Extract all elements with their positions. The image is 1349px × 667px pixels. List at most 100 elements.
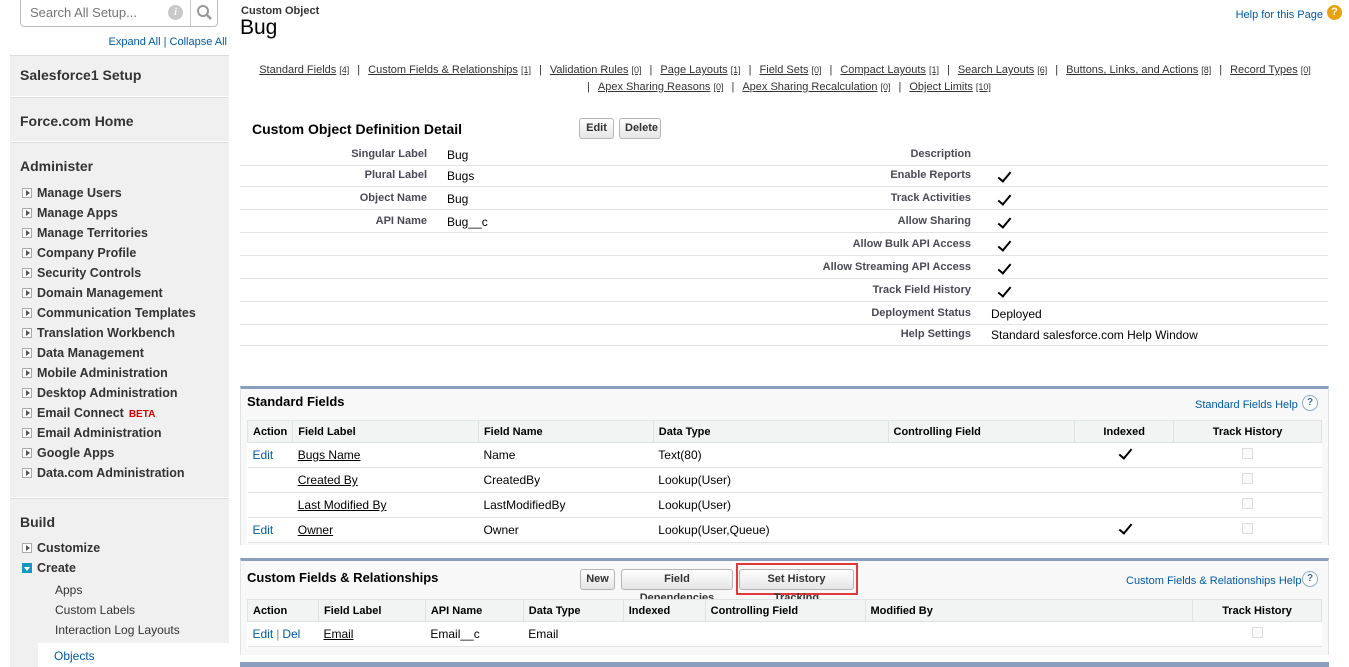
related-link-count[interactable]: [6] [1037, 65, 1047, 75]
expand-toggle-icon[interactable] [22, 208, 32, 218]
related-link-compact-layouts[interactable]: Compact Layouts [840, 64, 926, 76]
sidebar-item-domain-management[interactable]: Domain Management [22, 286, 163, 300]
salesforce1-setup-link[interactable]: Salesforce1 Setup [10, 56, 229, 83]
expand-toggle-icon[interactable] [22, 228, 32, 238]
expand-toggle-icon[interactable] [22, 388, 32, 398]
related-link-field-sets[interactable]: Field Sets [760, 64, 809, 76]
field-label-link[interactable]: Owner [298, 523, 333, 537]
related-link-count[interactable]: [1] [731, 65, 741, 75]
setup-search-input[interactable] [21, 0, 169, 24]
column-header[interactable]: Track History [1192, 599, 1322, 622]
column-header[interactable]: Field Label [292, 420, 479, 443]
edit-link[interactable]: Edit [253, 448, 274, 462]
sidebar-item-email-administration[interactable]: Email Administration [22, 426, 162, 440]
collapse-toggle-icon[interactable] [22, 563, 32, 573]
new-field-button[interactable]: New [580, 569, 615, 590]
related-link-count[interactable]: [10] [976, 82, 991, 92]
related-link-search-layouts[interactable]: Search Layouts [958, 64, 1034, 76]
field-label-link[interactable]: Email [323, 627, 353, 641]
sidebar-item-security-controls[interactable]: Security Controls [22, 266, 141, 280]
field-label-link[interactable]: Bugs Name [298, 448, 361, 462]
custom-fields-help-link[interactable]: Custom Fields & Relationships Help [1126, 575, 1301, 587]
sidebar-item-interaction-log-layouts[interactable]: Interaction Log Layouts [55, 623, 180, 637]
sidebar-item-desktop-administration[interactable]: Desktop Administration [22, 386, 178, 400]
collapse-all-link[interactable]: Collapse All [170, 36, 227, 48]
edit-link[interactable]: Edit [253, 627, 274, 641]
related-link-buttons-links-and-actions[interactable]: Buttons, Links, and Actions [1066, 64, 1198, 76]
search-button[interactable] [190, 0, 217, 26]
related-link-count[interactable]: [0] [880, 82, 890, 92]
column-header[interactable]: API Name [424, 599, 524, 622]
sidebar-item-objects[interactable]: Objects [54, 649, 95, 663]
set-history-tracking-button[interactable]: Set History Tracking [739, 569, 854, 604]
column-header[interactable]: Indexed [622, 599, 706, 622]
help-question-icon[interactable]: ? [1302, 395, 1318, 411]
expand-toggle-icon[interactable] [22, 288, 32, 298]
expand-toggle-icon[interactable] [22, 408, 32, 418]
sidebar-item-objects-selected[interactable]: Objects [38, 643, 240, 667]
related-link-apex-sharing-recalculation[interactable]: Apex Sharing Recalculation [742, 81, 877, 93]
column-header[interactable]: Action [246, 420, 294, 443]
related-link-page-layouts[interactable]: Page Layouts [660, 64, 727, 76]
sidebar-item-data-management[interactable]: Data Management [22, 346, 144, 360]
help-icon[interactable]: ? [1327, 5, 1342, 20]
sidebar-item-communication-templates[interactable]: Communication Templates [22, 306, 196, 320]
expand-toggle-icon[interactable] [22, 268, 32, 278]
column-header[interactable]: Data Type [522, 599, 624, 622]
related-link-count[interactable]: [1] [929, 65, 939, 75]
column-header[interactable]: Controlling Field [704, 599, 866, 622]
related-link-count[interactable]: [0] [632, 65, 642, 75]
column-header[interactable]: Data Type [652, 420, 889, 443]
sidebar-item-custom-labels[interactable]: Custom Labels [55, 603, 135, 617]
related-link-count[interactable]: [0] [1301, 65, 1311, 75]
help-for-this-page-link[interactable]: Help for this Page [1236, 9, 1323, 21]
delete-button[interactable]: Delete [619, 118, 661, 139]
sidebar-item-manage-users[interactable]: Manage Users [22, 186, 122, 200]
edit-link[interactable]: Edit [253, 523, 274, 537]
force-home-section[interactable]: Force.com Home [10, 97, 229, 141]
sidebar-item-company-profile[interactable]: Company Profile [22, 246, 136, 260]
column-header[interactable]: Modified By [864, 599, 1194, 622]
sidebar-item-email-connect[interactable]: Email Connect BETA [22, 406, 155, 420]
related-link-count[interactable]: [0] [811, 65, 821, 75]
info-icon[interactable]: i [168, 5, 183, 20]
related-link-count[interactable]: [8] [1201, 65, 1211, 75]
sidebar-item-apps[interactable]: Apps [55, 583, 82, 597]
field-label-link[interactable]: Created By [298, 473, 358, 487]
related-link-count[interactable]: [4] [339, 65, 349, 75]
related-link-count[interactable]: [0] [713, 82, 723, 92]
expand-toggle-icon[interactable] [22, 188, 32, 198]
expand-toggle-icon[interactable] [22, 308, 32, 318]
column-header[interactable]: Indexed [1074, 420, 1175, 443]
expand-all-link[interactable]: Expand All [109, 36, 161, 48]
expand-toggle-icon[interactable] [22, 468, 32, 478]
sidebar-item-manage-territories[interactable]: Manage Territories [22, 226, 148, 240]
expand-toggle-icon[interactable] [22, 328, 32, 338]
expand-toggle-icon[interactable] [22, 448, 32, 458]
force-home-link[interactable]: Force.com Home [10, 98, 229, 129]
column-header[interactable]: Track History [1173, 420, 1322, 443]
column-header[interactable]: Field Name [477, 420, 654, 443]
related-link-validation-rules[interactable]: Validation Rules [550, 64, 629, 76]
sidebar-item-create[interactable]: Create [22, 561, 76, 575]
related-link-custom-fields-relationships[interactable]: Custom Fields & Relationships [368, 64, 518, 76]
related-link-standard-fields[interactable]: Standard Fields [259, 64, 336, 76]
related-link-record-types[interactable]: Record Types [1230, 64, 1298, 76]
edit-button[interactable]: Edit [579, 118, 614, 139]
related-link-object-limits[interactable]: Object Limits [909, 81, 973, 93]
salesforce1-setup-section[interactable]: Salesforce1 Setup [10, 55, 229, 96]
standard-fields-help-link[interactable]: Standard Fields Help [1195, 399, 1298, 411]
expand-toggle-icon[interactable] [22, 248, 32, 258]
delete-link[interactable]: Del [282, 627, 300, 641]
expand-toggle-icon[interactable] [22, 368, 32, 378]
sidebar-item-customize[interactable]: Customize [22, 541, 100, 555]
column-header[interactable]: Controlling Field [887, 420, 1076, 443]
sidebar-item-manage-apps[interactable]: Manage Apps [22, 206, 118, 220]
field-dependencies-button[interactable]: Field Dependencies [621, 569, 733, 604]
sidebar-item-mobile-administration[interactable]: Mobile Administration [22, 366, 168, 380]
expand-toggle-icon[interactable] [22, 543, 32, 553]
expand-toggle-icon[interactable] [22, 428, 32, 438]
sidebar-item-google-apps[interactable]: Google Apps [22, 446, 114, 460]
related-link-apex-sharing-reasons[interactable]: Apex Sharing Reasons [598, 81, 711, 93]
field-label-link[interactable]: Last Modified By [298, 498, 387, 512]
